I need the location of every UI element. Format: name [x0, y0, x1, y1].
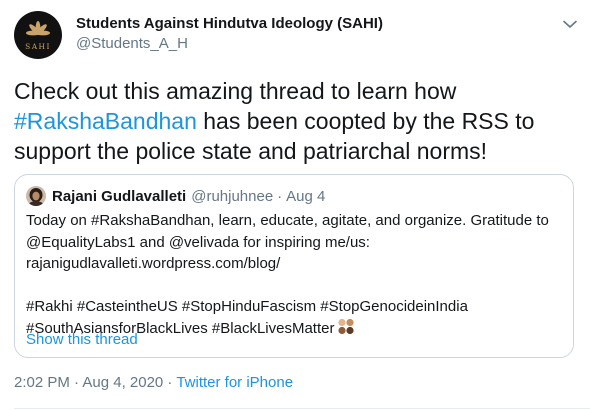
quoted-tweet-body: Today on #RakshaBandhan, learn, educate,…	[26, 210, 566, 339]
chevron-down-icon	[563, 20, 577, 28]
quoted-separator: ·	[277, 187, 283, 205]
author-display-name[interactable]: Students Against Hindutva Ideology (SAHI…	[76, 14, 383, 33]
source-link[interactable]: Twitter for iPhone	[176, 374, 293, 391]
tweet-text-intro: Check out this amazing thread to learn h…	[14, 78, 457, 104]
quoted-text-line: Today on #RakshaBandhan, learn, educate,…	[26, 212, 549, 229]
quoted-tweet-header: Rajani Gudlavalleti @ruhjuhnee · Aug 4	[26, 185, 325, 207]
tweet-meta: 2:02 PM · Aug 4, 2020 · Twitter for iPho…	[14, 374, 293, 391]
tweet-text: Check out this amazing thread to learn h…	[14, 76, 574, 166]
more-options-button[interactable]	[560, 14, 580, 34]
quoted-text-line: @EqualityLabs1 and @velivada for inspiri…	[26, 233, 370, 251]
quoted-author-name[interactable]: Rajani Gudlavalleti	[52, 188, 186, 205]
skin-tone-dots-emoji	[338, 318, 355, 334]
quoted-paragraph-gap	[26, 275, 566, 297]
quoted-hashtag-line: #Rakhi #CasteintheUS #StopHinduFascism #…	[26, 298, 468, 315]
show-thread-link[interactable]: Show this thread	[26, 331, 138, 348]
quoted-text-line: rajanigudlavalleti.wordpress.com/blog/	[26, 255, 281, 272]
quoted-tweet[interactable]: Rajani Gudlavalleti @ruhjuhnee · Aug 4 T…	[14, 174, 574, 358]
divider	[14, 408, 590, 409]
quoted-date[interactable]: Aug 4	[286, 188, 325, 205]
author-block: Students Against Hindutva Ideology (SAHI…	[76, 14, 383, 54]
tweet-card: SAHI Students Against Hindutva Ideology …	[0, 0, 590, 411]
author-handle[interactable]: @Students_A_H	[76, 34, 383, 54]
lotus-logo-icon	[26, 21, 50, 36]
avatar-logo-text: SAHI	[25, 42, 51, 51]
hashtag-link[interactable]: #RakshaBandhan	[14, 108, 197, 134]
quoted-author-handle[interactable]: @ruhjuhnee	[191, 188, 273, 205]
timestamp[interactable]: 2:02 PM · Aug 4, 2020 ·	[14, 374, 176, 391]
quoted-avatar[interactable]	[26, 186, 46, 206]
avatar[interactable]: SAHI	[14, 11, 62, 59]
